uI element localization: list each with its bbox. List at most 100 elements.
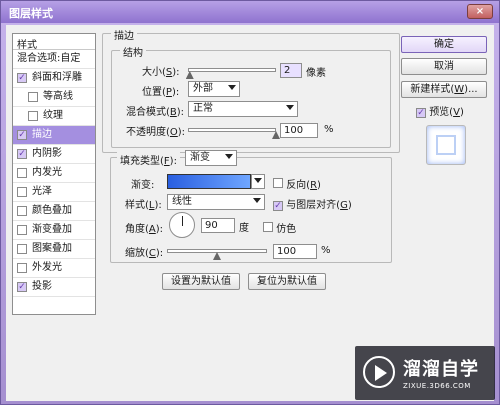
size-input[interactable]: 2 xyxy=(280,63,302,78)
style-item-checkbox[interactable]: ✓ xyxy=(17,73,27,83)
style-item-label: 混合选项:自定 xyxy=(17,53,81,64)
angle-label: 角度(A): xyxy=(125,224,164,235)
style-list-header: 样式 xyxy=(13,34,95,51)
style-item-label: 描边 xyxy=(32,129,52,140)
reset-default-button[interactable]: 复位为默认值 xyxy=(248,273,326,290)
style-list: 样式 混合选项:自定 ✓ 斜面和浮雕等高线纹理 ✓ 描边 ✓ 内阴影内发光光泽颜色叠加渐变叠… xyxy=(12,33,96,315)
style-item-checkbox[interactable] xyxy=(17,187,27,197)
style-preview-swatch xyxy=(426,125,466,165)
reverse-checkbox[interactable] xyxy=(273,178,283,188)
gradient-style-select[interactable]: 线性 xyxy=(167,194,265,210)
style-item[interactable]: ✓ 投影 xyxy=(13,278,95,297)
scale-input[interactable]: 100 xyxy=(273,244,317,259)
chevron-down-icon xyxy=(254,178,262,183)
style-item-label: 渐变叠加 xyxy=(32,224,72,235)
opacity-label: 不透明度(O): xyxy=(126,127,186,138)
new-style-button[interactable]: 新建样式(W)... xyxy=(401,81,487,98)
style-item[interactable]: 纹理 xyxy=(13,107,95,126)
gradient-style-value: 线性 xyxy=(172,196,192,207)
scale-label: 缩放(C): xyxy=(125,248,164,259)
set-default-button[interactable]: 设置为默认值 xyxy=(162,273,240,290)
style-item[interactable]: 内发光 xyxy=(13,164,95,183)
style-item[interactable]: 颜色叠加 xyxy=(13,202,95,221)
style-item-checkbox[interactable] xyxy=(17,244,27,254)
chevron-down-icon xyxy=(228,85,236,90)
angle-unit: 度 xyxy=(239,223,249,234)
style-item-label: 斜面和浮雕 xyxy=(32,72,82,83)
style-item-checkbox[interactable] xyxy=(17,263,27,273)
opacity-unit: % xyxy=(324,124,334,135)
structure-group: 结构 大小(S): 2 像素 位置(P): 外部 混合模式(B): 正常 不透明… xyxy=(111,44,391,148)
style-item-checkbox[interactable] xyxy=(17,225,27,235)
preview-checkbox[interactable]: ✓ xyxy=(416,108,426,118)
layer-style-dialog: 图层样式 × 样式 混合选项:自定 ✓ 斜面和浮雕等高线纹理 ✓ 描边 ✓ 内阴影内发光光泽… xyxy=(0,0,500,405)
window-title: 图层样式 xyxy=(9,7,53,20)
dither-checkbox[interactable] xyxy=(263,222,273,232)
cancel-button[interactable]: 取消 xyxy=(401,58,487,75)
gradient-dropdown[interactable] xyxy=(251,174,265,189)
style-item[interactable]: ✓ 描边 xyxy=(13,126,95,145)
position-label: 位置(P): xyxy=(142,87,180,98)
play-logo-icon xyxy=(363,356,395,388)
blend-mode-label: 混合模式(B): xyxy=(126,107,185,118)
watermark: 溜溜自学 ZIXUE.3D66.COM xyxy=(355,346,495,400)
style-item-checkbox[interactable]: ✓ xyxy=(17,149,27,159)
style-item-label: 内阴影 xyxy=(32,148,62,159)
opacity-slider[interactable] xyxy=(188,128,276,132)
style-item-label: 等高线 xyxy=(43,91,73,102)
angle-input[interactable]: 90 xyxy=(201,218,235,233)
style-item-checkbox[interactable] xyxy=(28,111,38,121)
style-item-checkbox[interactable]: ✓ xyxy=(17,130,27,140)
style-item[interactable]: 混合选项:自定 xyxy=(13,50,95,69)
style-item[interactable]: 等高线 xyxy=(13,88,95,107)
blend-mode-select[interactable]: 正常 xyxy=(188,101,298,117)
fill-type-label: 填充类型(F): xyxy=(117,152,180,167)
position-value: 外部 xyxy=(193,83,213,94)
chevron-down-icon xyxy=(286,105,294,110)
style-item-label: 纹理 xyxy=(43,110,63,121)
style-item[interactable]: 渐变叠加 xyxy=(13,221,95,240)
style-item-label: 颜色叠加 xyxy=(32,205,72,216)
ok-button[interactable]: 确定 xyxy=(401,36,487,53)
angle-dial[interactable] xyxy=(169,212,195,238)
style-item-label: 投影 xyxy=(32,281,52,292)
gradient-swatch[interactable] xyxy=(167,174,251,189)
position-select[interactable]: 外部 xyxy=(188,81,240,97)
style-item-label: 内发光 xyxy=(32,167,62,178)
stroke-title: 描边 xyxy=(111,27,137,42)
preview-inner xyxy=(436,135,456,155)
align-option[interactable]: ✓ 与图层对齐(G) xyxy=(273,196,352,211)
style-item-checkbox[interactable]: ✓ xyxy=(17,282,27,292)
angle-needle xyxy=(182,216,183,226)
style-item[interactable]: ✓ 斜面和浮雕 xyxy=(13,69,95,88)
gradient-label: 渐变: xyxy=(131,180,155,191)
blend-mode-value: 正常 xyxy=(193,103,213,114)
scale-slider-thumb[interactable] xyxy=(213,252,221,260)
reverse-option[interactable]: 反向(R) xyxy=(273,176,321,191)
chevron-down-icon xyxy=(225,154,233,159)
style-item[interactable]: 光泽 xyxy=(13,183,95,202)
fill-type-value: 渐变 xyxy=(190,152,210,163)
preview-option[interactable]: ✓ 预览(V) xyxy=(416,103,464,118)
style-item[interactable]: 外发光 xyxy=(13,259,95,278)
style-item[interactable]: 图案叠加 xyxy=(13,240,95,259)
watermark-title: 溜溜自学 xyxy=(403,359,479,380)
dialog-body: 样式 混合选项:自定 ✓ 斜面和浮雕等高线纹理 ✓ 描边 ✓ 内阴影内发光光泽颜色叠加渐变叠… xyxy=(6,25,494,401)
opacity-slider-thumb[interactable] xyxy=(272,131,280,139)
close-button[interactable]: × xyxy=(467,4,493,19)
scale-unit: % xyxy=(321,245,331,256)
style-item[interactable]: ✓ 内阴影 xyxy=(13,145,95,164)
style-item-label: 外发光 xyxy=(32,262,62,273)
size-slider-thumb[interactable] xyxy=(185,71,194,79)
title-bar: 图层样式 × xyxy=(1,1,499,23)
style-item-checkbox[interactable] xyxy=(17,168,27,178)
style-item-checkbox[interactable] xyxy=(28,92,38,102)
size-slider[interactable] xyxy=(188,68,276,72)
opacity-input[interactable]: 100 xyxy=(280,123,318,138)
fill-group: 填充类型(F): 渐变 渐变: 反向(R) 样式(L): 线性 ✓ 与图层对齐(… xyxy=(110,150,392,263)
chevron-down-icon xyxy=(253,198,261,203)
align-checkbox[interactable]: ✓ xyxy=(273,201,283,211)
style-item-checkbox[interactable] xyxy=(17,206,27,216)
fill-type-select[interactable]: 渐变 xyxy=(185,150,237,166)
dither-option[interactable]: 仿色 xyxy=(263,220,296,235)
